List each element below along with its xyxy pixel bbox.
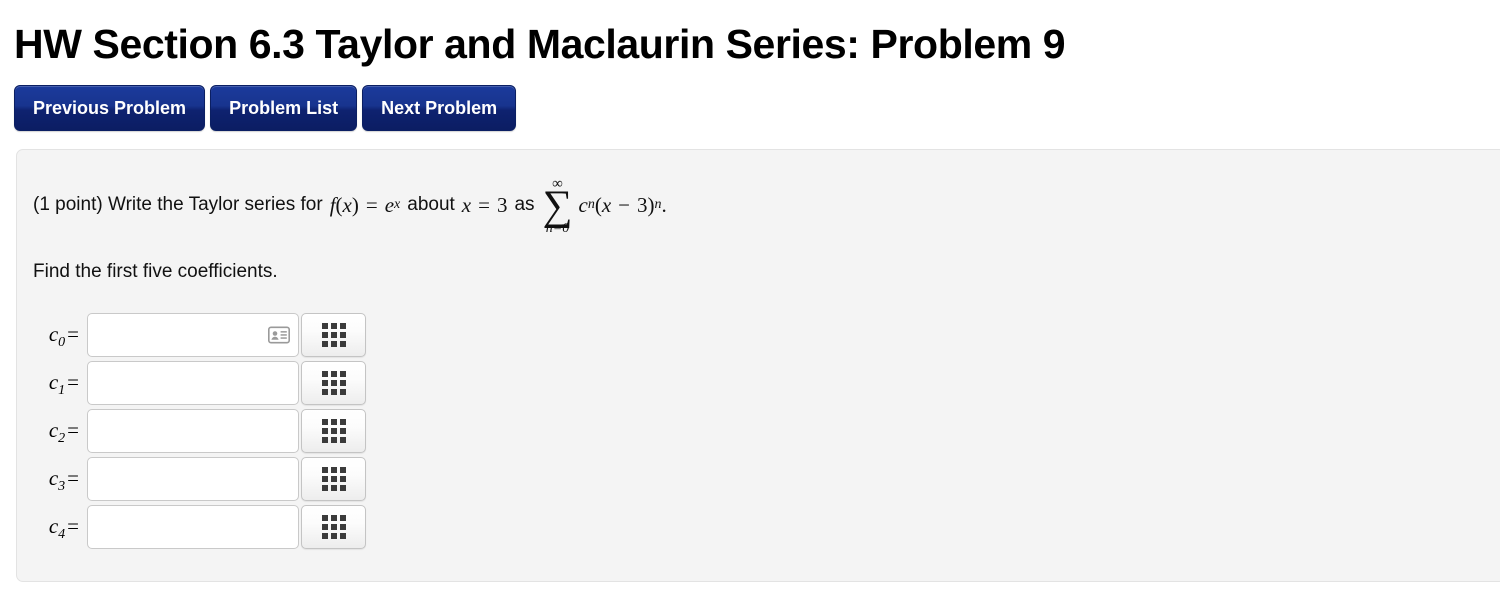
coef-letter: c — [48, 466, 59, 491]
problem-panel: (1 point) Write the Taylor series for f(… — [16, 149, 1500, 582]
sum-lower-limit: n=0 — [545, 220, 570, 236]
center-value: 3 — [496, 192, 508, 217]
coef-letter: c — [48, 418, 59, 443]
keypad-button-c0[interactable] — [301, 312, 366, 357]
coef-equals: = — [67, 322, 79, 347]
center-equals: = — [478, 192, 490, 217]
coef-equals: = — [67, 418, 79, 443]
problem-statement: (1 point) Write the Taylor series for f(… — [33, 176, 667, 236]
table-row: c1= — [33, 359, 1500, 407]
answer-input-c1[interactable] — [87, 360, 299, 405]
table-row: c4= — [33, 503, 1500, 551]
answer-input-group-c2 — [87, 408, 366, 453]
coef-subscript: 1 — [58, 383, 66, 399]
input-wrapper — [87, 360, 299, 405]
input-wrapper — [87, 456, 299, 501]
keypad-grid-icon — [321, 466, 346, 491]
input-wrapper — [87, 312, 299, 357]
coef-equals: = — [67, 370, 79, 395]
next-problem-button[interactable]: Next Problem — [362, 85, 517, 131]
coef-subscript: 3 — [58, 479, 66, 495]
coefficient-label-c2: c2= — [33, 418, 87, 447]
equals-sign: = — [365, 192, 378, 217]
answer-input-group-c0 — [87, 312, 366, 357]
answer-input-group-c3 — [87, 456, 366, 501]
center-variable: x — [461, 192, 472, 217]
keypad-button-c4[interactable] — [301, 504, 366, 549]
table-row: c0= — [33, 311, 1500, 359]
coef-equals: = — [67, 514, 79, 539]
page-title: HW Section 6.3 Taylor and Maclaurin Seri… — [14, 21, 1066, 67]
table-row: c2= — [33, 407, 1500, 455]
term-paren-close: ) — [647, 192, 655, 217]
problem-list-button[interactable]: Problem List — [210, 85, 358, 131]
keypad-grid-icon — [321, 418, 346, 443]
term-variable: x — [601, 192, 612, 217]
coef-equals: = — [67, 466, 79, 491]
function-base: e — [384, 192, 395, 217]
answer-input-c3[interactable] — [87, 456, 299, 501]
input-wrapper — [87, 408, 299, 453]
term-minus: − — [618, 192, 630, 217]
coefficient-symbol: c — [578, 192, 588, 217]
keypad-button-c1[interactable] — [301, 360, 366, 405]
keypad-button-c3[interactable] — [301, 456, 366, 501]
input-wrapper — [87, 504, 299, 549]
as-text: as — [514, 194, 535, 216]
function-variable: x — [342, 192, 352, 217]
answer-input-c0[interactable] — [87, 312, 299, 357]
coef-letter: c — [48, 370, 59, 395]
coefficient-label-c0: c0= — [33, 322, 87, 351]
paren-open: ( — [335, 192, 343, 217]
coefficient-label-c4: c4= — [33, 514, 87, 543]
keypad-grid-icon — [321, 370, 346, 395]
keypad-grid-icon — [321, 322, 346, 347]
points-text: (1 point) Write the Taylor series for — [33, 194, 323, 216]
term-paren-open: ( — [594, 192, 602, 217]
coefficient-label-c1: c1= — [33, 370, 87, 399]
instruction-text: Find the first five coefficients. — [33, 260, 278, 282]
answer-input-c4[interactable] — [87, 504, 299, 549]
paren-close: ) — [351, 192, 359, 217]
coef-subscript: 4 — [58, 527, 66, 543]
coef-letter: c — [48, 514, 59, 539]
keypad-grid-icon — [321, 514, 346, 539]
about-text: about — [407, 194, 455, 216]
coef-subscript: 2 — [58, 431, 66, 447]
answer-input-group-c1 — [87, 360, 366, 405]
coef-subscript: 0 — [58, 335, 66, 351]
previous-problem-button[interactable]: Previous Problem — [14, 85, 206, 131]
summation-symbol: ∞ ∑ n=0 — [543, 177, 573, 236]
answer-input-c2[interactable] — [87, 408, 299, 453]
sigma-icon: ∑ — [542, 183, 573, 229]
answer-input-group-c4 — [87, 504, 366, 549]
coefficient-label-c3: c3= — [33, 466, 87, 495]
answer-rows: c0= c1= c2= c3= c4= — [33, 311, 1500, 551]
keypad-button-c2[interactable] — [301, 408, 366, 453]
term-value: 3 — [637, 192, 648, 217]
problem-navigation: Previous Problem Problem List Next Probl… — [0, 65, 1500, 131]
period: . — [661, 192, 667, 217]
table-row: c3= — [33, 455, 1500, 503]
coef-letter: c — [48, 322, 59, 347]
